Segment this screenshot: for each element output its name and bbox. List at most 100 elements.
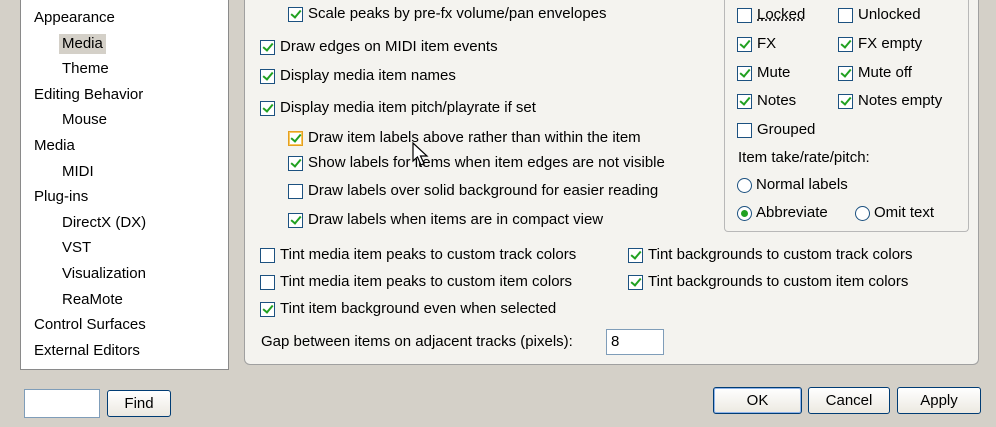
fx-label: FX [757,35,777,52]
fx-option[interactable]: FX [737,33,776,55]
labels-solid-bg-checkbox[interactable] [288,183,303,199]
tree-item[interactable]: Plug-ins [31,187,91,207]
grouped-checkbox[interactable] [737,122,752,138]
labels-solid-bg-option[interactable]: Draw labels over solid background for ea… [288,180,658,202]
unlocked-label: Unlocked [858,6,921,23]
draw-edges-midi-checkbox[interactable] [260,39,275,55]
tree-item[interactable]: Media [31,136,78,156]
display-names-checkbox[interactable] [260,68,275,84]
notes-empty-option[interactable]: Notes empty [838,90,942,112]
tree-item[interactable]: Control Surfaces [31,315,149,335]
unlocked-checkbox[interactable] [838,7,853,23]
gap-input[interactable]: 8 [606,329,664,355]
tint-bg-track-label: Tint backgrounds to custom track colors [648,246,913,263]
tree-item[interactable]: Theme [59,59,112,79]
locked-checkbox[interactable] [737,7,752,23]
tree-item[interactable]: VST [59,238,94,258]
draw-edges-midi-label: Draw edges on MIDI item events [280,38,498,55]
omit-text-radio[interactable] [855,205,870,221]
tree-item[interactable]: DirectX (DX) [59,213,149,233]
labels-compact-option[interactable]: Draw labels when items are in compact vi… [288,209,603,231]
mute-off-checkbox[interactable] [838,65,853,81]
abbreviate-radio[interactable] [737,205,752,221]
gap-label: Gap between items on adjacent tracks (pi… [261,333,573,350]
tree-item[interactable]: Mouse [59,110,110,130]
display-pitch-option[interactable]: Display media item pitch/playrate if set [260,97,536,119]
grouped-option[interactable]: Grouped [737,119,815,141]
tint-bg-track-checkbox[interactable] [628,247,643,263]
tint-bg-track-option[interactable]: Tint backgrounds to custom track colors [628,244,913,266]
fx-empty-checkbox[interactable] [838,36,853,52]
fx-empty-label: FX empty [858,35,923,52]
show-labels-edges-label: Show labels for items when item edges ar… [308,154,665,171]
scale-peaks-label: Scale peaks by pre-fx volume/pan envelop… [308,5,607,22]
show-labels-edges-option[interactable]: Show labels for items when item edges ar… [288,152,665,174]
omit-text-option[interactable]: Omit text [855,202,934,224]
tint-peaks-item-option[interactable]: Tint media item peaks to custom item col… [260,271,572,293]
tint-peaks-track-option[interactable]: Tint media item peaks to custom track co… [260,244,576,266]
tree-item[interactable]: Visualization [59,264,149,284]
labels-compact-checkbox[interactable] [288,212,303,228]
display-names-label: Display media item names [280,67,456,84]
labels-above-option[interactable]: Draw item labels above rather than withi… [288,127,641,149]
unlocked-option[interactable]: Unlocked [838,4,921,26]
display-names-option[interactable]: Display media item names [260,65,456,87]
take-title-label: Item take/rate/pitch: [738,149,870,166]
labels-above-checkbox[interactable] [288,130,303,146]
tree-item[interactable]: External Editors [31,341,143,361]
tree-item[interactable]: ReaMote [59,290,126,310]
fx-empty-option[interactable]: FX empty [838,33,922,55]
normal-labels-option[interactable]: Normal labels [737,174,848,196]
tree-item[interactable]: MIDI [59,162,97,182]
tint-peaks-track-label: Tint media item peaks to custom track co… [280,246,577,263]
preferences-tree: Appearance Media Theme Editing Behavior Mous… [20,0,229,370]
normal-labels-radio[interactable] [737,177,752,193]
tint-bg-item-checkbox[interactable] [628,274,643,290]
notes-checkbox[interactable] [737,93,752,109]
abbreviate-option[interactable]: Abbreviate [737,202,828,224]
labels-compact-label: Draw labels when items are in compact vi… [308,211,604,228]
display-pitch-checkbox[interactable] [260,100,275,116]
mouse-cursor-icon [412,142,429,166]
grouped-label: Grouped [757,121,816,138]
notes-empty-checkbox[interactable] [838,93,853,109]
tint-bg-item-label: Tint backgrounds to custom item colors [648,273,909,290]
tint-selected-label: Tint item background even when selected [280,300,557,317]
scale-peaks-option[interactable]: Scale peaks by pre-fx volume/pan envelop… [288,3,607,25]
take-title: Item take/rate/pitch: [738,147,870,169]
locked-label: Locked [757,6,806,23]
find-input[interactable] [24,389,100,418]
tree-item[interactable]: Editing Behavior [31,85,146,105]
apply-button[interactable]: Apply [897,387,981,414]
draw-edges-midi-option[interactable]: Draw edges on MIDI item events [260,36,498,58]
abbreviate-label: Abbreviate [756,204,828,221]
notes-option[interactable]: Notes [737,90,796,112]
mute-checkbox[interactable] [737,65,752,81]
tree-item[interactable]: Media [59,33,106,54]
notes-empty-label: Notes empty [858,92,943,109]
find-button[interactable]: Find [107,390,171,417]
labels-above-label: Draw item labels above rather than withi… [308,129,641,146]
cancel-button[interactable]: Cancel [808,387,890,414]
mute-option[interactable]: Mute [737,62,790,84]
tint-peaks-track-checkbox[interactable] [260,247,275,263]
tint-selected-option[interactable]: Tint item background even when selected [260,298,556,320]
mute-off-label: Mute off [858,64,912,81]
tree-item[interactable]: Appearance [31,8,118,28]
labels-solid-bg-label: Draw labels over solid background for ea… [308,182,659,199]
show-labels-edges-checkbox[interactable] [288,155,303,171]
gap-setting: Gap between items on adjacent tracks (pi… [261,331,577,353]
tint-peaks-item-checkbox[interactable] [260,274,275,290]
tint-bg-item-option[interactable]: Tint backgrounds to custom item colors [628,271,908,293]
omit-text-label: Omit text [874,204,935,221]
tint-peaks-item-label: Tint media item peaks to custom item col… [280,273,573,290]
notes-label: Notes [757,92,797,109]
locked-option[interactable]: Locked [737,4,805,26]
fx-checkbox[interactable] [737,36,752,52]
tint-selected-checkbox[interactable] [260,301,275,317]
mute-off-option[interactable]: Mute off [838,62,912,84]
display-pitch-label: Display media item pitch/playrate if set [280,99,536,116]
normal-labels-label: Normal labels [756,176,848,193]
ok-button[interactable]: OK [713,387,802,414]
scale-peaks-checkbox[interactable] [288,6,303,22]
